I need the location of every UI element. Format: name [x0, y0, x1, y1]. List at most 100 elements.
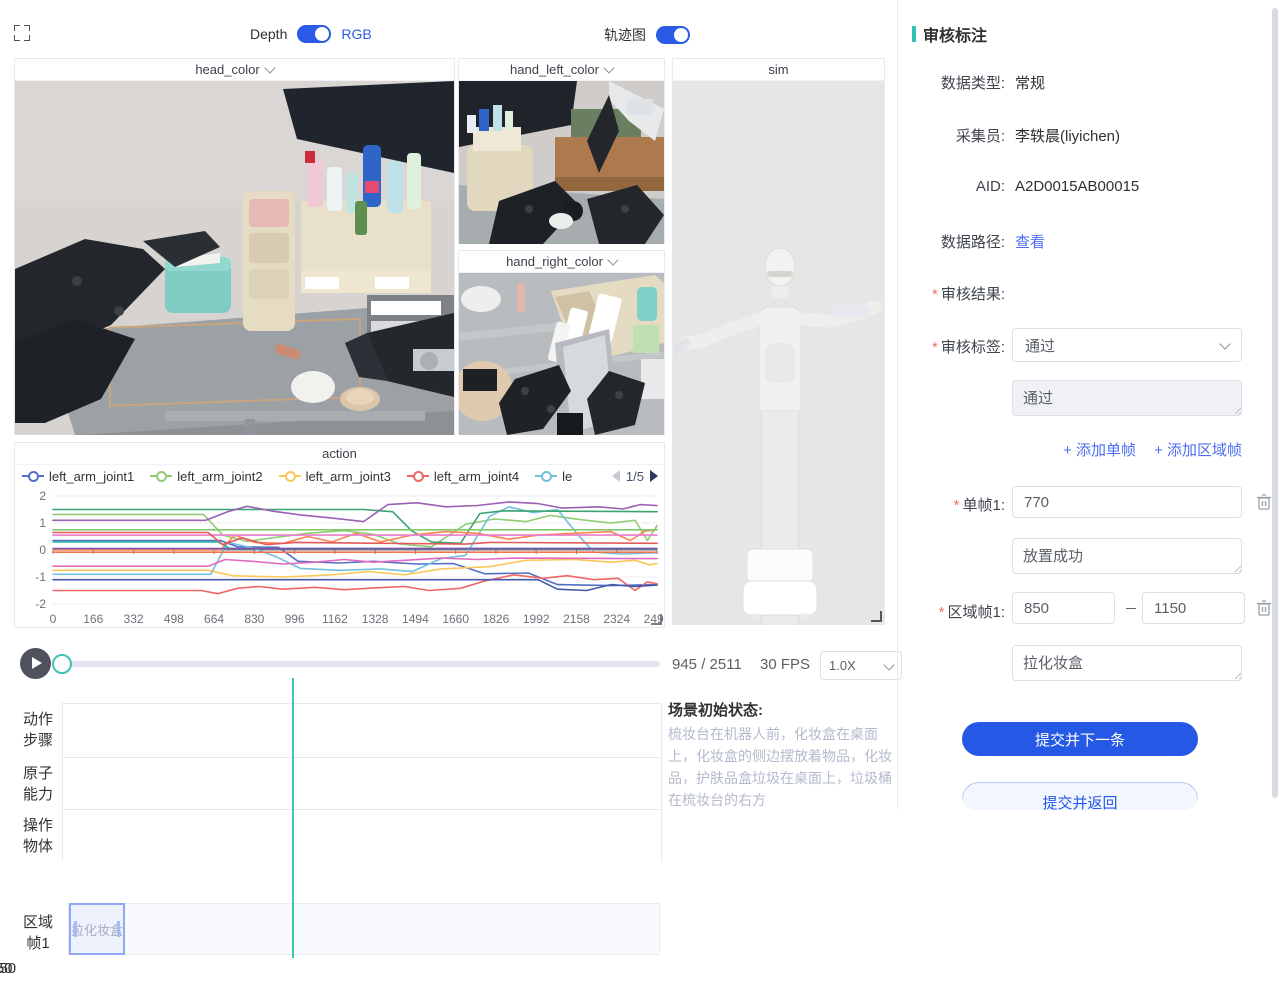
legend-marker-icon [407, 475, 429, 477]
svg-text:-2: -2 [35, 597, 46, 611]
legend-item-left_arm_joint1[interactable]: left_arm_joint1 [22, 469, 134, 484]
scene-initial-state-label: 场景初始状态: [668, 702, 763, 719]
svg-text:996: 996 [285, 612, 305, 626]
trash-icon[interactable] [1256, 493, 1272, 511]
svg-text:1494: 1494 [402, 612, 429, 626]
legend-prev-page-icon[interactable] [612, 470, 620, 482]
svg-text:166: 166 [83, 612, 103, 626]
legend-pagination: 1/5 [612, 469, 658, 484]
panel-divider [897, 0, 898, 810]
chevron-down-icon [607, 254, 618, 265]
atomic-ability-row [62, 757, 662, 810]
required-asterisk: * [954, 497, 960, 514]
legend-label: le [562, 469, 572, 484]
hand-left-camera-title: hand_left_color [510, 62, 599, 77]
submit-next-button[interactable]: 提交并下一条 [962, 722, 1198, 756]
current-frame-indicator[interactable] [292, 678, 294, 958]
data-type-label: 数据类型: [903, 72, 1005, 93]
svg-text:498: 498 [164, 612, 184, 626]
legend-page-indicator: 1/5 [626, 469, 644, 484]
playback-slider[interactable] [62, 661, 660, 667]
head-camera-selector[interactable]: head_color [15, 59, 454, 81]
sim-view [673, 81, 884, 625]
svg-text:1: 1 [39, 516, 46, 530]
legend-item-left_arm_joint4[interactable]: left_arm_joint4 [407, 469, 519, 484]
fullscreen-icon[interactable] [14, 25, 30, 41]
speed-value: 1.0X [829, 658, 856, 673]
review-tag-select[interactable]: 通过 [1012, 328, 1242, 362]
region-start-input[interactable] [1012, 592, 1115, 624]
chevron-down-icon [883, 659, 894, 670]
slider-handle[interactable] [52, 654, 72, 674]
data-path-label: 数据路径: [903, 231, 1005, 252]
aid-row: AID: A2D0015AB00015 [903, 178, 1263, 195]
trajectory-toggle[interactable] [656, 26, 690, 44]
depth-rgb-toggle[interactable] [297, 25, 331, 43]
sim-panel-title: sim [768, 62, 788, 77]
svg-text:2490: 2490 [644, 612, 664, 626]
legend-marker-icon [22, 475, 44, 477]
row-label-objects: 操作物体 [20, 815, 56, 857]
region-frame-block[interactable]: 拉化妆盒 [69, 903, 125, 955]
speed-select[interactable]: 1.0X [820, 651, 902, 680]
svg-text:664: 664 [204, 612, 224, 626]
fps-label: 30 FPS [760, 656, 810, 673]
hand-right-camera-panel: hand_right_color [458, 250, 665, 435]
scene-initial-state-text: 梳妆台在机器人前，化妆盒在桌面上，化妆盒的侧边摆放着物品，化妆品，护肤品盒垃圾在… [668, 723, 896, 811]
legend-item-left_arm_joint2[interactable]: left_arm_joint2 [150, 469, 262, 484]
chevron-down-icon [264, 62, 275, 73]
review-tag-note[interactable]: 通过 [1012, 380, 1242, 416]
action-chart-title-row: action [15, 443, 664, 465]
region-block-label: 拉化妆盒 [71, 920, 123, 939]
legend-next-page-icon[interactable] [650, 470, 658, 482]
data-path-view-link[interactable]: 查看 [1015, 231, 1045, 252]
resize-handle-icon[interactable] [871, 611, 882, 622]
svg-text:0: 0 [50, 612, 57, 626]
region-right-handle[interactable] [117, 921, 120, 937]
review-result-row: *审核结果: [903, 283, 1263, 304]
title-accent-bar [912, 26, 916, 42]
add-region-frame-link[interactable]: + 添加区域帧 [1154, 439, 1242, 460]
required-asterisk: * [932, 286, 938, 303]
hand-left-camera-selector[interactable]: hand_left_color [459, 59, 664, 81]
region-frame-note[interactable]: 拉化妆盒 [1012, 645, 1242, 681]
depth-label: Depth [250, 26, 287, 42]
legend-item-left_arm_joint3[interactable]: left_arm_joint3 [279, 469, 391, 484]
play-button[interactable] [20, 648, 51, 679]
data-type-row: 数据类型: 常规 [903, 72, 1263, 93]
svg-text:830: 830 [244, 612, 264, 626]
aid-value: A2D0015AB00015 [1015, 178, 1139, 195]
row-label-action-steps: 动作步骤 [20, 709, 56, 751]
hand-right-camera-title: hand_right_color [506, 254, 603, 269]
single-frame-label: *单帧1: [903, 494, 1005, 515]
region-frame-track[interactable]: 拉化妆盒 [68, 903, 660, 955]
head-camera-panel: head_color [14, 58, 455, 435]
legend-marker-icon [150, 475, 172, 477]
scrollbar[interactable] [1272, 8, 1278, 798]
region-end-input[interactable] [1142, 592, 1245, 624]
annotation-review-app: Depth RGB 轨迹图 head_color [0, 0, 1280, 987]
review-panel-title: 审核标注 [912, 22, 987, 46]
legend-label: left_arm_joint1 [49, 469, 134, 484]
legend-label: left_arm_joint2 [177, 469, 262, 484]
row-label-region-frame: 区域帧1 [20, 912, 56, 954]
head-camera-image [15, 81, 454, 435]
region-left-handle[interactable] [74, 921, 77, 937]
row-label-atomic-ability: 原子能力 [20, 763, 56, 805]
svg-text:1162: 1162 [322, 612, 348, 626]
single-frame-input[interactable] [1012, 486, 1242, 518]
hand-left-camera-image [459, 81, 664, 244]
action-chart: 210-1-2016633249866483099611621328149416… [15, 488, 664, 627]
required-asterisk: * [939, 604, 945, 621]
hand-right-camera-selector[interactable]: hand_right_color [459, 251, 664, 273]
add-single-frame-link[interactable]: + 添加单帧 [1063, 439, 1136, 460]
data-path-row: 数据路径: 查看 [903, 231, 1263, 252]
action-chart-title: action [322, 446, 357, 461]
aid-label: AID: [903, 178, 1005, 195]
hand-right-camera-image [459, 273, 664, 435]
submit-back-button[interactable]: 提交并返回 [962, 782, 1198, 822]
legend-item-le[interactable]: le [535, 469, 572, 484]
trash-icon[interactable] [1256, 599, 1272, 617]
single-frame-note[interactable]: 放置成功 [1012, 538, 1242, 574]
sim-panel-title-row: sim [673, 59, 884, 81]
